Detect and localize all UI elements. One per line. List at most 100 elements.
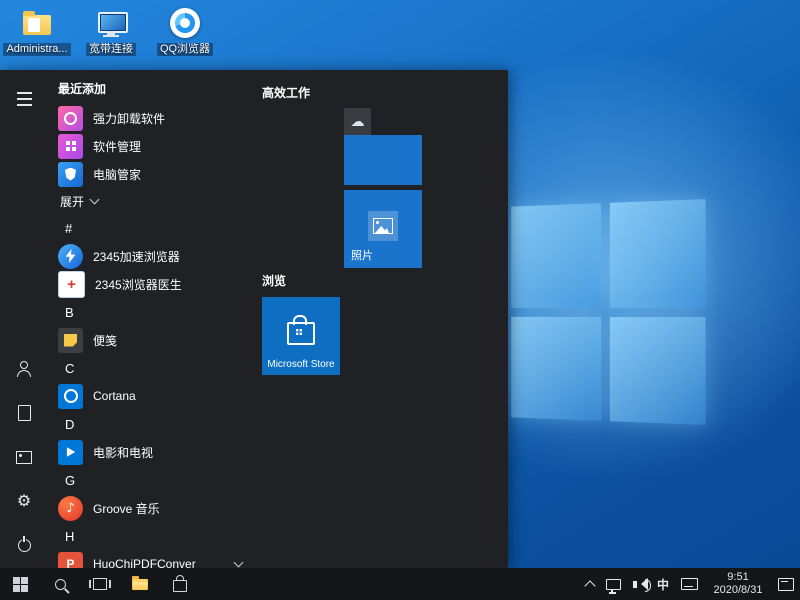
sticky-notes-icon	[58, 327, 83, 353]
photos-icon-box	[368, 211, 398, 241]
app-list-item-movies-tv[interactable]: 电影和电视	[56, 438, 258, 466]
app-label: 2345浏览器医生	[95, 277, 182, 292]
movies-tv-icon	[58, 439, 83, 465]
pictures-icon	[16, 450, 32, 464]
app-label: 电脑管家	[93, 167, 142, 182]
notification-icon	[778, 577, 794, 591]
windows-logo-pane	[511, 316, 601, 421]
search-icon	[54, 578, 66, 590]
cloud-icon: ☁	[344, 108, 371, 135]
app-list-item-huochi-pdf-converter[interactable]: P HuoChiPDFConver	[56, 550, 258, 568]
music-note-glyph: ♪	[66, 500, 75, 516]
start-button[interactable]	[0, 568, 40, 600]
desktop-icons: Administra... 宽带连接 QQ浏览器	[3, 6, 216, 56]
qq-browser-icon	[168, 6, 202, 40]
desktop-icon-administrator[interactable]: Administra...	[3, 6, 71, 56]
power-icon	[17, 538, 31, 552]
desktop-icon-qq-browser[interactable]: QQ浏览器	[154, 6, 216, 56]
tile-photos[interactable]: 照片	[344, 190, 422, 268]
tray-touch-keyboard[interactable]	[675, 568, 704, 600]
user-account-button[interactable]	[7, 354, 41, 384]
app-label: 强力卸载软件	[93, 111, 166, 126]
photos-icon	[373, 218, 393, 234]
app-label: HuoChiPDFConver	[93, 557, 196, 568]
app-list-item-2345-browser-doctor[interactable]: + 2345浏览器医生	[56, 270, 258, 298]
app-list-item-sticky-notes[interactable]: 便笺	[56, 326, 258, 354]
tray-volume[interactable]	[627, 568, 651, 600]
windows-logo-wallpaper	[511, 199, 706, 425]
letter-label: C	[65, 360, 75, 376]
shopping-bag-icon	[173, 575, 187, 592]
windows-logo-pane	[609, 199, 706, 308]
desktop-icon-broadband[interactable]: 宽带连接	[80, 6, 142, 56]
app-label: Cortana	[93, 389, 136, 403]
tray-ime-indicator[interactable]: 中	[651, 568, 675, 600]
app-list-letter-h[interactable]: H	[56, 522, 258, 550]
gear-icon: ⚙	[16, 491, 32, 510]
taskbar-search-button[interactable]	[40, 568, 80, 600]
app-list-letter-d[interactable]: D	[56, 410, 258, 438]
documents-button[interactable]	[7, 398, 41, 428]
software-manager-app-icon	[58, 133, 83, 159]
clock-time: 9:51	[727, 571, 749, 583]
tile-group-header-browse: 浏览	[262, 274, 287, 288]
app-list-item-2345-speed-browser[interactable]: 2345加速浏览器	[56, 242, 258, 270]
shopping-bag-icon	[287, 315, 315, 345]
start-menu: ⚙ 最近添加 强力卸载软件 软件管理 电脑管家 展开 # 2345加速浏览器 +…	[0, 70, 508, 568]
expand-label: 展开	[60, 194, 85, 209]
pc-manager-app-icon	[58, 161, 83, 187]
menu-expand-button[interactable]	[7, 84, 41, 114]
tray-network[interactable]	[600, 568, 627, 600]
2345-speed-browser-icon	[58, 243, 83, 269]
tile-onedrive[interactable]: ☁	[344, 108, 422, 185]
groove-music-icon: ♪	[58, 495, 83, 521]
tile-group-header-productivity: 高效工作	[262, 86, 311, 100]
letter-label: H	[65, 528, 75, 544]
pictures-button[interactable]	[7, 442, 41, 472]
keyboard-icon	[681, 578, 698, 590]
app-list-letter-g[interactable]: G	[56, 466, 258, 494]
hamburger-icon	[16, 89, 32, 108]
chevron-up-icon	[584, 579, 596, 592]
uninstaller-app-icon	[58, 105, 83, 131]
windows-logo-icon	[12, 576, 28, 592]
clock-date: 2020/8/31	[713, 584, 763, 596]
document-icon	[17, 405, 31, 421]
power-button[interactable]	[7, 530, 41, 560]
tile-label: Microsoft Store	[267, 359, 335, 370]
user-files-folder-icon	[20, 6, 54, 40]
windows-logo-pane	[511, 203, 601, 308]
app-list-letter-hash[interactable]: #	[56, 214, 258, 242]
tile-label: 照片	[351, 250, 373, 262]
settings-button[interactable]: ⚙	[7, 486, 41, 516]
app-list-item-cortana[interactable]: Cortana	[56, 382, 258, 410]
app-list-letter-b[interactable]: B	[56, 298, 258, 326]
task-view-button[interactable]	[80, 568, 120, 600]
tray-clock[interactable]: 9:51 2020/8/31	[704, 568, 772, 600]
folder-icon	[132, 575, 148, 590]
broadband-connection-icon	[94, 6, 128, 40]
taskbar: 中 9:51 2020/8/31	[0, 568, 800, 600]
tray-show-hidden-icons[interactable]	[580, 568, 600, 600]
tile-microsoft-store[interactable]: Microsoft Store	[262, 297, 340, 375]
tile-loading-body	[344, 135, 422, 185]
file-explorer-button[interactable]	[120, 568, 160, 600]
recently-added-header: 最近添加	[58, 82, 107, 96]
microsoft-store-button[interactable]	[160, 568, 200, 600]
app-label: 便笺	[93, 333, 118, 348]
desktop-icon-label: 宽带连接	[86, 43, 136, 56]
expand-button[interactable]: 展开	[56, 188, 258, 214]
network-icon	[605, 578, 621, 594]
huochi-letter-glyph: P	[66, 557, 75, 568]
app-list-item-software-manager[interactable]: 软件管理	[56, 132, 258, 160]
app-list-item-uninstaller[interactable]: 强力卸载软件	[56, 104, 258, 132]
action-center-button[interactable]	[772, 568, 800, 600]
app-list-item-groove-music[interactable]: ♪ Groove 音乐	[56, 494, 258, 522]
start-menu-rail: ⚙	[0, 70, 48, 568]
app-list-letter-c[interactable]: C	[56, 354, 258, 382]
letter-label: #	[65, 220, 73, 236]
user-icon	[17, 361, 31, 377]
huochi-pdf-converter-icon: P	[58, 551, 83, 568]
2345-browser-doctor-icon: +	[58, 270, 85, 298]
app-list-item-pc-manager[interactable]: 电脑管家	[56, 160, 258, 188]
